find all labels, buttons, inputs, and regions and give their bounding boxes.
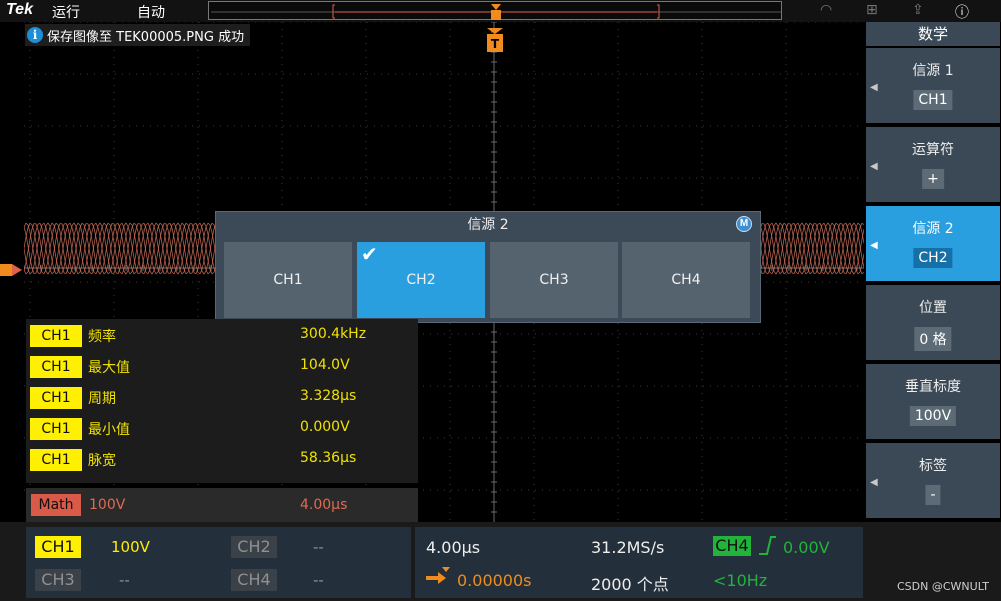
horizontal-panel[interactable]: 4.00µs 31.2MS/s CH4 0.00V 0.00000s 2000 …: [415, 527, 863, 598]
channel-panel: CH1 100V CH2 -- CH3 -- CH4 --: [26, 527, 411, 598]
measurement-row[interactable]: CH1 周期 3.328µs: [26, 385, 418, 409]
source-option-ch4[interactable]: CH4: [622, 242, 750, 318]
channel-badge: CH1: [30, 449, 82, 471]
measurement-name: 脉宽: [88, 453, 116, 469]
channel-badge: CH1: [30, 356, 82, 378]
side-item-source1[interactable]: ◀ 信源 1 CH1: [866, 48, 1000, 123]
network-icon[interactable]: ⊞: [866, 2, 878, 18]
record-length: 2000 个点: [591, 575, 669, 594]
ch2-scale: --: [313, 538, 324, 556]
trigger-position-icon: [426, 567, 450, 584]
popup-title: 信源 2: [467, 217, 509, 233]
measurement-name: 周期: [88, 391, 116, 407]
rising-edge-icon: [759, 536, 776, 555]
multipurpose-knob-icon: M: [736, 216, 752, 232]
measurement-name: 频率: [88, 329, 116, 345]
source-option-ch3[interactable]: CH3: [490, 242, 618, 318]
source-option-ch1[interactable]: CH1: [224, 242, 352, 318]
ch3-badge[interactable]: CH3: [35, 569, 81, 591]
record-overview: [208, 1, 782, 20]
side-item-operator[interactable]: ◀ 运算符 +: [866, 127, 1000, 202]
measurement-value: 104.0V: [300, 357, 350, 373]
measurement-value: 58.36µs: [300, 450, 357, 466]
trigger-source-badge[interactable]: CH4: [713, 536, 751, 556]
info-message-text: 保存图像至 TEK00005.PNG 成功: [47, 29, 245, 45]
measurement-row[interactable]: CH1 最小值 0.000V: [26, 416, 418, 440]
watermark: CSDN @CWNULT: [897, 580, 990, 593]
math-badge: Math: [31, 494, 81, 516]
math-time: 4.00µs: [300, 497, 348, 513]
source-option-ch2[interactable]: ✔ CH2: [357, 242, 485, 318]
trigger-frequency: <10Hz: [713, 571, 768, 590]
measurement-panel: CH1 频率 300.4kHz CH1 最大值 104.0V CH1 周期 3.…: [26, 319, 418, 483]
side-item-label[interactable]: ◀ 标签 -: [866, 443, 1000, 518]
side-item-vertical-scale[interactable]: 垂直标度 100V: [866, 364, 1000, 439]
trigger-mode[interactable]: 自动: [137, 2, 165, 22]
side-menu-title: 数学: [866, 22, 1000, 46]
trigger-level: 0.00V: [783, 538, 830, 557]
svg-text:T: T: [491, 37, 500, 51]
run-state[interactable]: 运行: [52, 2, 80, 22]
brand-logo: Tek: [6, 1, 33, 18]
left-arrow-icon: ◀: [870, 477, 878, 488]
help-icon[interactable]: ⓘ: [955, 2, 969, 22]
measurement-row[interactable]: CH1 频率 300.4kHz: [26, 323, 418, 347]
timebase: 4.00µs: [426, 538, 481, 557]
side-item-value: CH2: [913, 248, 953, 268]
side-item-value: -: [925, 485, 941, 505]
trigger-position: 0.00000s: [457, 571, 532, 590]
side-item-value: 0 格: [914, 327, 952, 351]
left-arrow-icon: ◀: [870, 161, 878, 172]
ch2-badge[interactable]: CH2: [231, 536, 277, 558]
math-scale: 100V: [89, 497, 126, 513]
measurement-value: 0.000V: [300, 419, 350, 435]
left-arrow-icon: ◀: [870, 240, 878, 251]
channel-badge: CH1: [30, 418, 82, 440]
ch4-badge[interactable]: CH4: [231, 569, 277, 591]
measurement-name: 最大值: [88, 360, 130, 376]
side-item-value: 100V: [909, 406, 957, 426]
ch4-scale: --: [313, 571, 324, 589]
math-readout[interactable]: Math 100V 4.00µs: [26, 488, 418, 522]
ch1-badge[interactable]: CH1: [35, 536, 81, 558]
source2-popup: 信源 2 M CH1 ✔ CH2 CH3 CH4: [215, 211, 761, 323]
trigger-position-marker[interactable]: T: [486, 28, 504, 54]
ch1-scale: 100V: [111, 538, 150, 556]
sample-rate: 31.2MS/s: [591, 538, 665, 557]
measurement-name: 最小值: [88, 422, 130, 438]
info-icon: i: [27, 27, 43, 43]
ch1-ground-marker[interactable]: [0, 262, 24, 278]
channel-badge: CH1: [30, 387, 82, 409]
side-item-source2[interactable]: ◀ 信源 2 CH2: [866, 206, 1000, 281]
left-arrow-icon: ◀: [870, 82, 878, 93]
export-icon[interactable]: ⇪: [912, 2, 924, 18]
measurement-row[interactable]: CH1 脉宽 58.36µs: [26, 447, 418, 471]
measurement-row[interactable]: CH1 最大值 104.0V: [26, 354, 418, 378]
channel-badge: CH1: [30, 325, 82, 347]
side-item-position[interactable]: 位置 0 格: [866, 285, 1000, 360]
checkmark-icon: ✔: [361, 242, 378, 266]
info-message: i 保存图像至 TEK00005.PNG 成功: [25, 24, 251, 46]
side-item-value: +: [922, 169, 944, 189]
measurement-value: 300.4kHz: [300, 326, 367, 342]
side-item-value: CH1: [913, 90, 953, 110]
ch3-scale: --: [119, 571, 130, 589]
measurement-value: 3.328µs: [300, 388, 357, 404]
wifi-icon[interactable]: ◠: [820, 2, 832, 18]
